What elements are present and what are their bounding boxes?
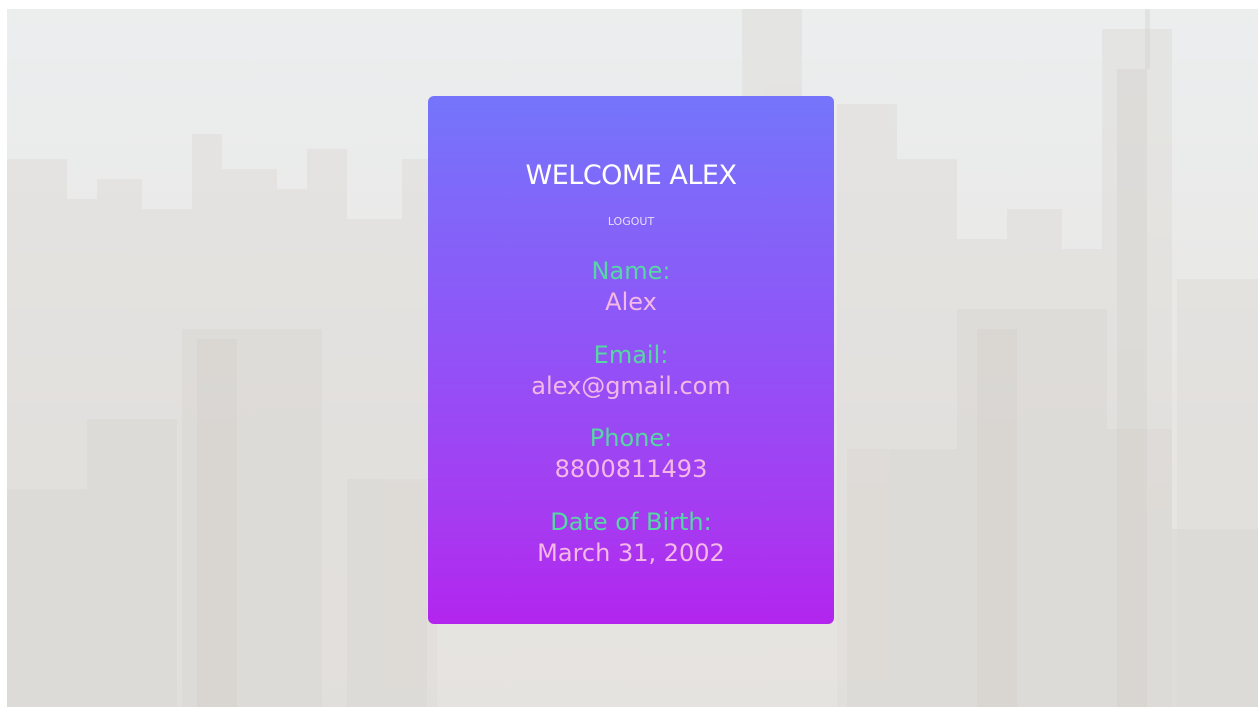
- welcome-heading: WELCOME ALEX: [525, 160, 737, 191]
- email-value: alex@gmail.com: [531, 372, 731, 400]
- name-label: Name:: [591, 257, 671, 285]
- dob-label: Date of Birth:: [550, 508, 712, 536]
- profile-card: WELCOME ALEX LOGOUT Name: Alex Email: al…: [428, 96, 834, 624]
- phone-value: 8800811493: [554, 455, 708, 483]
- page: WELCOME ALEX LOGOUT Name: Alex Email: al…: [0, 0, 1258, 707]
- name-value: Alex: [605, 288, 657, 316]
- email-label: Email:: [593, 341, 669, 369]
- phone-label: Phone:: [589, 424, 673, 452]
- logout-link[interactable]: LOGOUT: [602, 213, 660, 230]
- dob-value: March 31, 2002: [537, 539, 725, 567]
